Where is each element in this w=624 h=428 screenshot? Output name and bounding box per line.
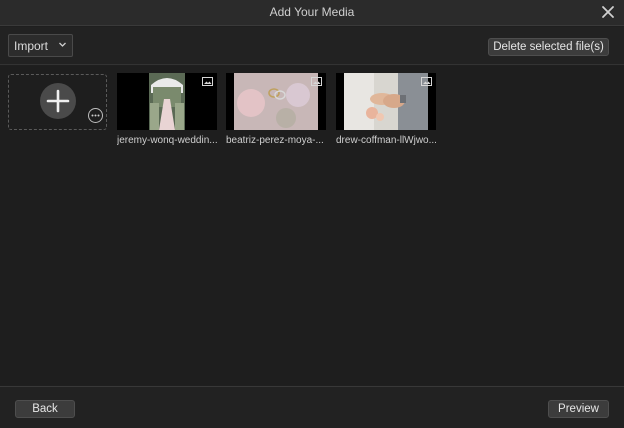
chevron-down-icon: [59, 42, 66, 47]
media-filename: beatriz-perez-moya-...: [226, 135, 324, 146]
media-filename: drew-coffman-llWjwo...: [336, 135, 437, 146]
window-title: Add Your Media: [269, 5, 355, 19]
media-filename: jeremy-wonq-weddin...: [117, 135, 218, 146]
media-thumbnail[interactable]: [336, 73, 436, 130]
image-type-icon: [311, 77, 322, 86]
add-button[interactable]: [40, 83, 76, 119]
plus-icon: [46, 89, 70, 113]
close-icon[interactable]: [600, 4, 616, 20]
delete-selected-button[interactable]: Delete selected file(s): [488, 38, 609, 56]
image-type-icon: [202, 77, 213, 86]
import-dropdown[interactable]: Import: [8, 34, 73, 57]
add-media-tile[interactable]: [8, 74, 107, 130]
title-bar: Add Your Media: [0, 0, 624, 26]
back-button[interactable]: Back: [15, 400, 75, 418]
preview-button[interactable]: Preview: [548, 400, 609, 418]
import-label: Import: [14, 39, 49, 53]
media-thumbnail[interactable]: [226, 73, 326, 130]
media-thumbnail[interactable]: [117, 73, 217, 130]
image-type-icon: [421, 77, 432, 86]
more-options-icon[interactable]: [88, 108, 103, 123]
footer-bar: [0, 386, 624, 428]
